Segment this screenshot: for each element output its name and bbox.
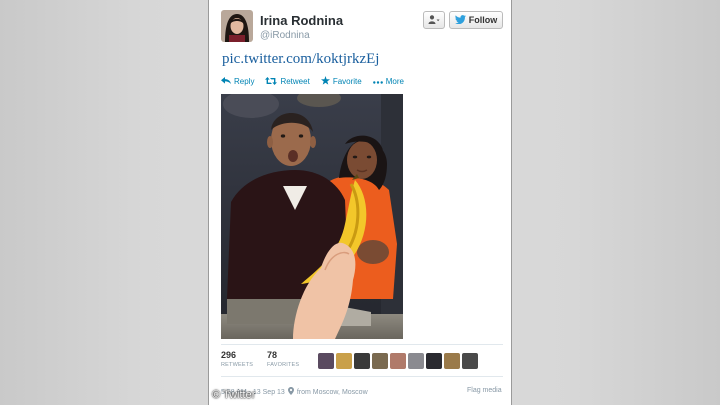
favoriter-avatar[interactable]: [462, 353, 478, 369]
retweets-label: RETWEETS: [221, 362, 254, 368]
retweets-stat[interactable]: 296 RETWEETS: [221, 350, 253, 368]
display-name[interactable]: Irina Rodnina: [260, 13, 343, 28]
tweet-actions: Reply Retweet Favorite More: [221, 76, 404, 87]
favoriter-avatar[interactable]: [390, 353, 406, 369]
favoriter-avatar[interactable]: [408, 353, 424, 369]
tweet-link[interactable]: pic.twitter.com/koktjrkzEj: [222, 51, 379, 68]
follow-label: Follow: [468, 15, 498, 25]
favorite-star-icon: [320, 76, 330, 87]
favoriter-avatar[interactable]: [336, 353, 352, 369]
flag-media-link[interactable]: Flag media: [467, 387, 502, 394]
reply-label: Reply: [234, 77, 255, 86]
favorite-action[interactable]: Favorite: [320, 76, 362, 87]
background-stage: Irina Rodnina @iRodnina Follow pic.twitt…: [0, 0, 720, 405]
more-dots-icon: [372, 77, 383, 86]
reply-action[interactable]: Reply: [221, 76, 254, 87]
favorites-stat[interactable]: 78 FAVORITES: [267, 350, 299, 368]
retweet-label: Retweet: [280, 77, 310, 86]
favoriter-avatar[interactable]: [444, 353, 460, 369]
retweet-action[interactable]: Retweet: [265, 76, 310, 87]
favorites-label: FAVORITES: [267, 362, 300, 368]
favoriter-avatar[interactable]: [426, 353, 442, 369]
favorites-count: 78: [267, 350, 278, 360]
location-pin-icon: [287, 387, 294, 397]
more-action[interactable]: More: [372, 76, 404, 87]
user-dropdown-icon: [428, 11, 440, 29]
twitter-bird-icon: [454, 14, 466, 26]
watermark: © Twitter: [212, 389, 256, 401]
user-handle[interactable]: @iRodnina: [260, 30, 310, 41]
favoriter-avatar[interactable]: [318, 353, 334, 369]
retweets-count: 296: [221, 350, 237, 360]
more-label: More: [385, 77, 404, 86]
tweet-photo[interactable]: [221, 94, 403, 339]
reply-icon: [221, 77, 231, 86]
user-actions-button[interactable]: [423, 11, 445, 29]
retweet-icon: [265, 76, 278, 87]
favorite-label: Favorite: [332, 77, 362, 86]
tweet-card: Irina Rodnina @iRodnina Follow pic.twitt…: [208, 0, 512, 405]
tweet-location[interactable]: from Moscow, Moscow: [297, 389, 368, 396]
avatar[interactable]: [221, 10, 253, 42]
favoriter-avatar[interactable]: [354, 353, 370, 369]
favoriters-avatars: [318, 353, 478, 369]
stats-divider-bottom: [221, 376, 503, 377]
stats-divider-top: [221, 344, 503, 345]
favoriter-avatar[interactable]: [372, 353, 388, 369]
follow-button[interactable]: Follow: [449, 11, 503, 29]
